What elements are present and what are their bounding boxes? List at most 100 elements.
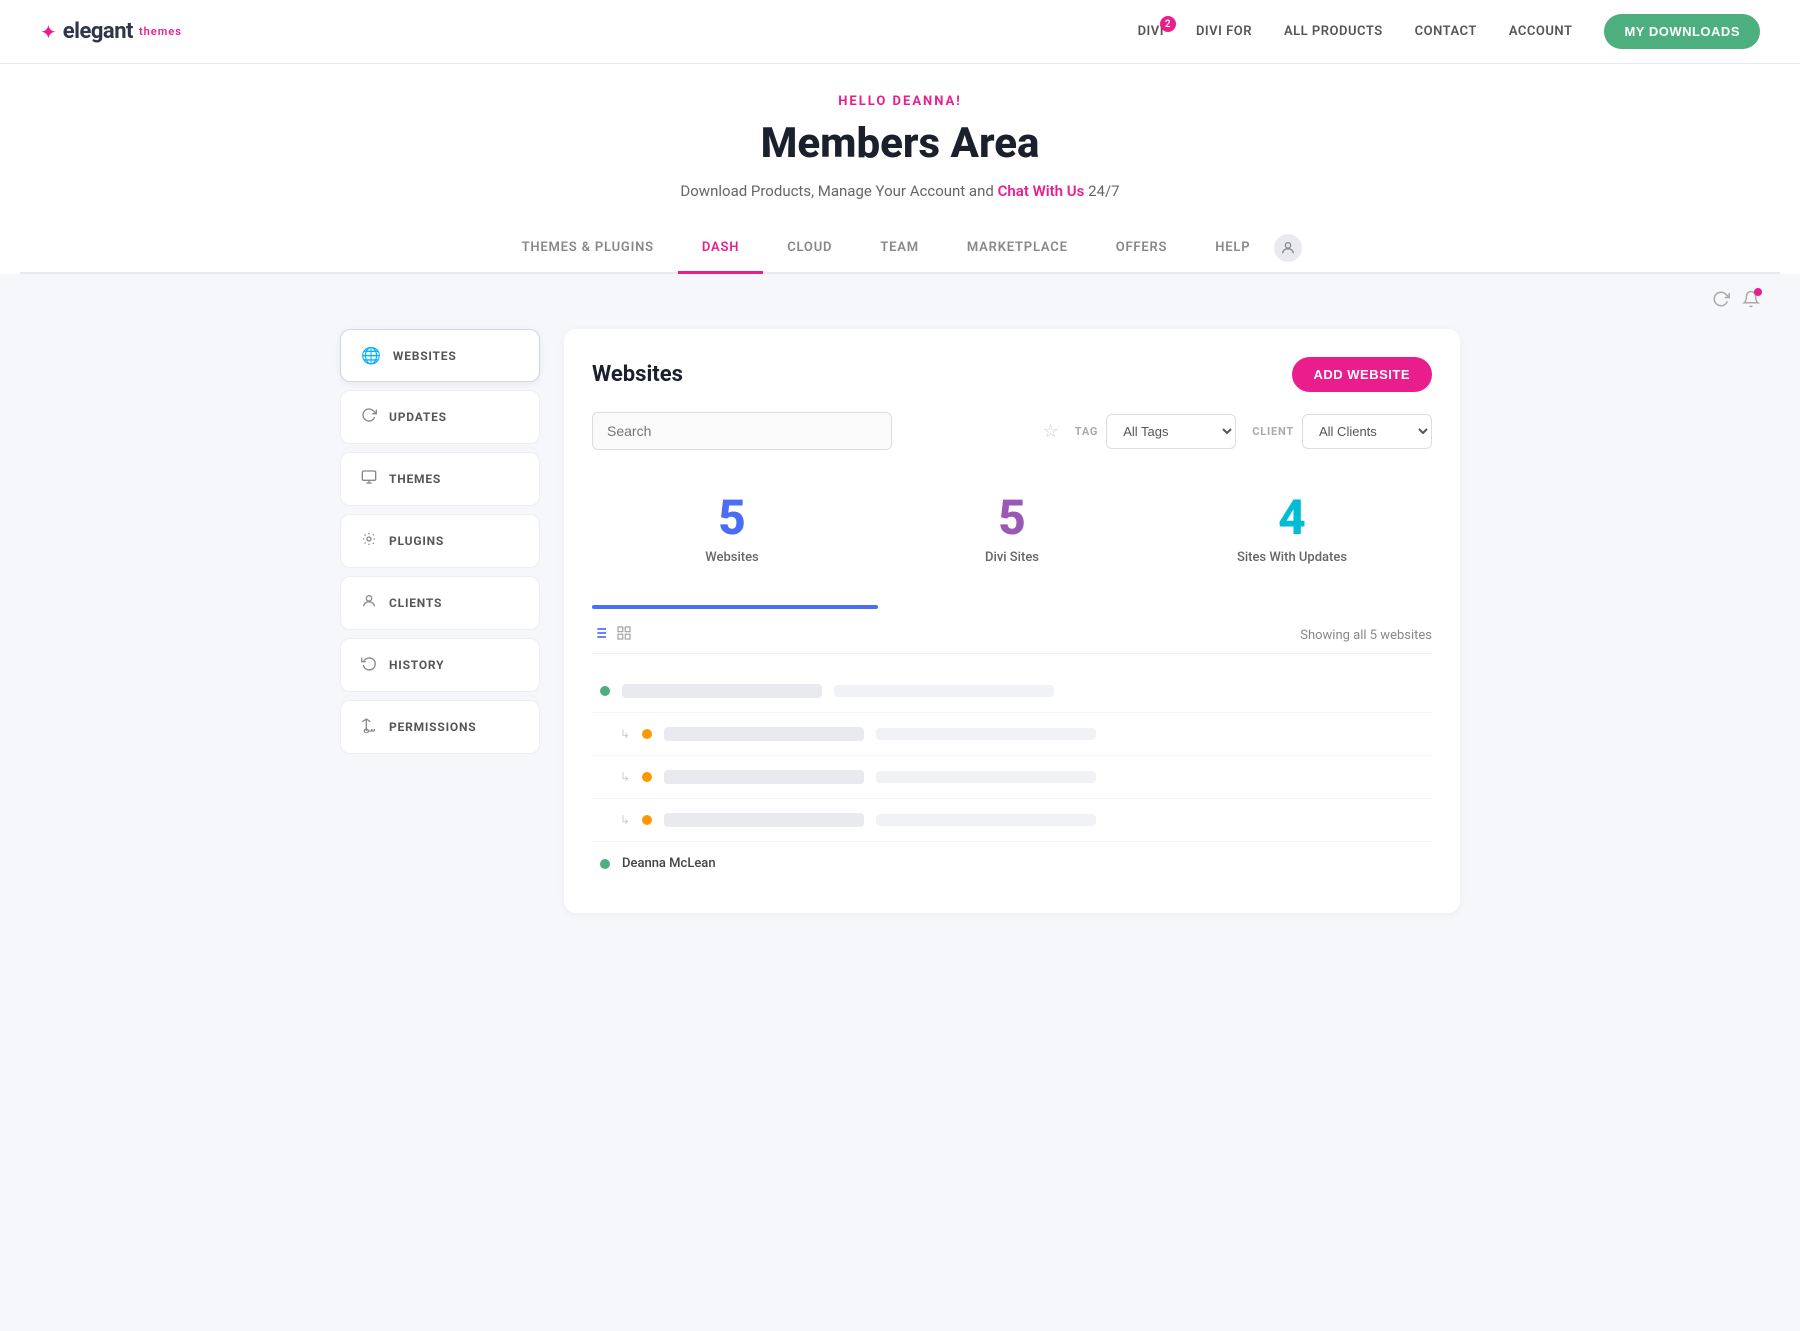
nav-divi[interactable]: DIVI 2 [1138, 24, 1164, 39]
site-url-blur [834, 685, 1054, 697]
plugins-icon [361, 531, 377, 551]
tab-cloud[interactable]: CLOUD [763, 224, 856, 274]
showing-count: Showing all 5 websites [1300, 628, 1432, 643]
sidebar-item-permissions[interactable]: PERMISSIONS [340, 700, 540, 754]
search-input[interactable] [592, 412, 892, 450]
websites-content: Websites ADD WEBSITE ☆ TAG All Tags CLIE… [564, 329, 1460, 913]
themes-icon [361, 469, 377, 489]
notification-icon[interactable] [1742, 290, 1760, 313]
stat-updates-number: 4 [1172, 494, 1412, 542]
view-toggle-row: Showing all 5 websites [592, 625, 1432, 654]
site-name-blur [622, 684, 822, 698]
main-content: 🌐 WEBSITES UPDATES THEMES PLUGINS CLI [300, 329, 1500, 953]
status-dot [600, 686, 610, 696]
stat-updates-label: Sites With Updates [1172, 550, 1412, 565]
content-title: Websites [592, 362, 683, 387]
stat-websites-label: Websites [612, 550, 852, 565]
table-row[interactable]: Deanna McLean [592, 842, 1432, 885]
nav-divi-for[interactable]: DIVI FOR [1196, 24, 1252, 39]
logo[interactable]: ✦ elegant themes [40, 19, 182, 44]
refresh-icon[interactable] [1712, 290, 1730, 313]
tag-select[interactable]: All Tags [1106, 414, 1236, 449]
sidebar-label-plugins: PLUGINS [389, 534, 444, 548]
nav-account[interactable]: ACCOUNT [1509, 24, 1573, 39]
sidebar-label-updates: UPDATES [389, 410, 447, 424]
tab-help[interactable]: HELP [1191, 224, 1274, 274]
tabs-container: THEMES & PLUGINS DASH CLOUD TEAM MARKETP… [20, 224, 1780, 274]
table-row[interactable] [592, 670, 1432, 713]
clients-icon [361, 593, 377, 613]
stat-divi-label: Divi Sites [892, 550, 1132, 565]
client-label: CLIENT [1252, 425, 1294, 438]
view-icons [592, 625, 632, 645]
subtitle: Download Products, Manage Your Account a… [20, 182, 1780, 200]
status-dot [642, 729, 652, 739]
sidebar-label-history: HISTORY [389, 658, 444, 672]
status-dot [600, 859, 610, 869]
divi-badge: 2 [1160, 16, 1176, 32]
indent-icon: ↳ [620, 770, 630, 784]
history-icon [361, 655, 377, 675]
sidebar-item-history[interactable]: HISTORY [340, 638, 540, 692]
notification-dot [1754, 288, 1762, 296]
updates-icon [361, 407, 377, 427]
stat-divi-sites: 5 Divi Sites [872, 474, 1152, 585]
sites-list: ↳ ↳ ↳ Deanna McLean [592, 670, 1432, 885]
my-downloads-button[interactable]: MY DOWNLOADS [1604, 14, 1760, 49]
nav-all-products[interactable]: ALL PRODUCTS [1284, 24, 1383, 39]
stat-websites: 5 Websites [592, 474, 872, 585]
site-url-blur [876, 814, 1096, 826]
add-website-button[interactable]: ADD WEBSITE [1292, 357, 1433, 392]
subtitle-suffix: 24/7 [1088, 182, 1119, 200]
site-name-blur [664, 813, 864, 827]
tag-filter-group: TAG All Tags [1075, 414, 1236, 449]
content-header: Websites ADD WEBSITE [592, 357, 1432, 392]
table-row[interactable]: ↳ [592, 799, 1432, 842]
status-dot [642, 815, 652, 825]
tab-dash[interactable]: DASH [678, 224, 763, 274]
sidebar-label-clients: CLIENTS [389, 596, 442, 610]
logo-star: ✦ [40, 20, 57, 44]
sidebar-label-websites: WEBSITES [393, 349, 457, 363]
stat-updates: 4 Sites With Updates [1152, 474, 1432, 585]
tab-team[interactable]: TEAM [856, 224, 943, 274]
sidebar-item-plugins[interactable]: PLUGINS [340, 514, 540, 568]
permissions-icon [361, 717, 377, 737]
site-name: Deanna McLean [622, 856, 716, 871]
site-url-blur [876, 771, 1096, 783]
logo-tagline: themes [139, 25, 182, 38]
tabs: THEMES & PLUGINS DASH CLOUD TEAM MARKETP… [450, 224, 1350, 272]
sidebar-item-themes[interactable]: THEMES [340, 452, 540, 506]
favorites-button[interactable]: ☆ [1043, 421, 1059, 442]
stats-row: 5 Websites 5 Divi Sites 4 Sites With Upd… [592, 474, 1432, 585]
stat-indicator-bar [592, 605, 878, 609]
client-select[interactable]: All Clients [1302, 414, 1432, 449]
tab-themes-plugins[interactable]: THEMES & PLUGINS [498, 224, 678, 274]
sidebar-item-updates[interactable]: UPDATES [340, 390, 540, 444]
sidebar-label-permissions: PERMISSIONS [389, 720, 476, 734]
sidebar-item-websites[interactable]: 🌐 WEBSITES [340, 329, 540, 382]
list-view-icon[interactable] [592, 625, 608, 645]
sidebar-label-themes: THEMES [389, 472, 441, 486]
sidebar-item-clients[interactable]: CLIENTS [340, 576, 540, 630]
page-title: Members Area [20, 119, 1780, 168]
subtitle-prefix: Download Products, Manage Your Account a… [680, 182, 993, 200]
indent-icon: ↳ [620, 727, 630, 741]
chat-link[interactable]: Chat With Us [998, 182, 1085, 200]
header: ✦ elegant themes DIVI 2 DIVI FOR ALL PRO… [0, 0, 1800, 64]
nav-contact[interactable]: CONTACT [1415, 24, 1477, 39]
site-url-blur [876, 728, 1096, 740]
table-row[interactable]: ↳ [592, 756, 1432, 799]
tab-marketplace[interactable]: MARKETPLACE [943, 224, 1092, 274]
table-row[interactable]: ↳ [592, 713, 1432, 756]
tag-label: TAG [1075, 425, 1098, 438]
hello-text: HELLO DEANNA! [20, 94, 1780, 109]
stat-divi-number: 5 [892, 494, 1132, 542]
site-name-blur [664, 770, 864, 784]
tab-offers[interactable]: OFFERS [1092, 224, 1192, 274]
account-icon[interactable] [1274, 234, 1302, 262]
grid-view-icon[interactable] [616, 625, 632, 645]
websites-icon: 🌐 [361, 346, 381, 365]
filters-row: ☆ TAG All Tags CLIENT All Clients [592, 412, 1432, 450]
toolbar [0, 274, 1800, 329]
